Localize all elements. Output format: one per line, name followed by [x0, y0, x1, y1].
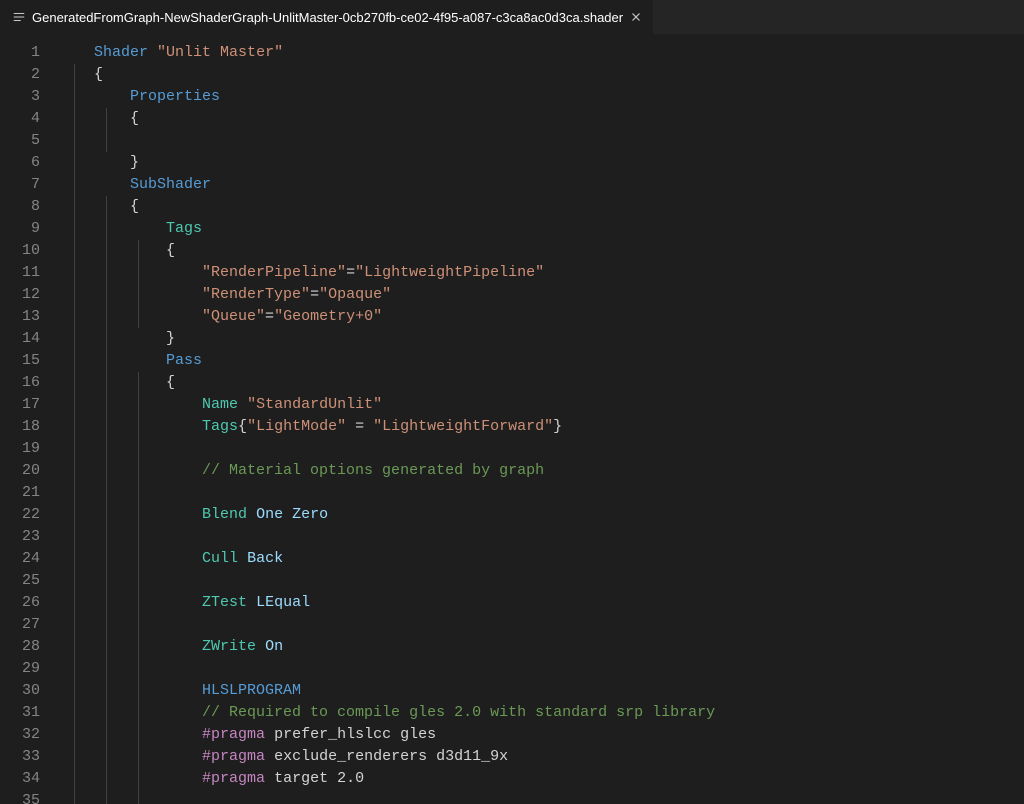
line-number: 22: [0, 504, 58, 526]
code-line: [58, 658, 1024, 680]
code-line: Name "StandardUnlit": [58, 394, 1024, 416]
line-number: 29: [0, 658, 58, 680]
line-number: 9: [0, 218, 58, 240]
line-number: 35: [0, 790, 58, 804]
line-number: 5: [0, 130, 58, 152]
code-line: {: [58, 108, 1024, 130]
code-line: }: [58, 152, 1024, 174]
line-number: 4: [0, 108, 58, 130]
code-line: {: [58, 240, 1024, 262]
file-icon: [12, 10, 26, 24]
line-number: 1: [0, 42, 58, 64]
code-line: [58, 130, 1024, 152]
line-number: 19: [0, 438, 58, 460]
code-area[interactable]: Shader "Unlit Master" { Properties { } S…: [58, 34, 1024, 804]
line-number: 28: [0, 636, 58, 658]
editor-tab[interactable]: GeneratedFromGraph-NewShaderGraph-UnlitM…: [0, 0, 653, 34]
tab-bar: GeneratedFromGraph-NewShaderGraph-UnlitM…: [0, 0, 1024, 34]
line-number: 26: [0, 592, 58, 614]
code-line: #pragma target 2.0: [58, 768, 1024, 790]
line-number: 20: [0, 460, 58, 482]
code-line: Tags: [58, 218, 1024, 240]
code-line: {: [58, 372, 1024, 394]
code-line: #pragma exclude_renderers d3d11_9x: [58, 746, 1024, 768]
line-number: 12: [0, 284, 58, 306]
code-line: }: [58, 328, 1024, 350]
code-line: Properties: [58, 86, 1024, 108]
code-line: [58, 526, 1024, 548]
line-number: 33: [0, 746, 58, 768]
line-number: 31: [0, 702, 58, 724]
code-line: Shader "Unlit Master": [58, 42, 1024, 64]
code-line: SubShader: [58, 174, 1024, 196]
line-number: 21: [0, 482, 58, 504]
line-number: 27: [0, 614, 58, 636]
line-number: 3: [0, 86, 58, 108]
line-number: 32: [0, 724, 58, 746]
code-line: // Material options generated by graph: [58, 460, 1024, 482]
code-line: "Queue"="Geometry+0": [58, 306, 1024, 328]
code-line: "RenderType"="Opaque": [58, 284, 1024, 306]
line-number: 10: [0, 240, 58, 262]
line-number: 7: [0, 174, 58, 196]
line-number: 24: [0, 548, 58, 570]
close-icon[interactable]: [629, 10, 643, 24]
code-line: Cull Back: [58, 548, 1024, 570]
code-line: Pass: [58, 350, 1024, 372]
line-number: 30: [0, 680, 58, 702]
line-number: 14: [0, 328, 58, 350]
line-number: 18: [0, 416, 58, 438]
editor-area: 1234567891011121314151617181920212223242…: [0, 34, 1024, 804]
code-line: {: [58, 196, 1024, 218]
code-line: Blend One Zero: [58, 504, 1024, 526]
line-number: 13: [0, 306, 58, 328]
tab-title: GeneratedFromGraph-NewShaderGraph-UnlitM…: [32, 10, 623, 25]
code-line: [58, 790, 1024, 804]
code-line: [58, 482, 1024, 504]
line-number: 23: [0, 526, 58, 548]
line-number: 8: [0, 196, 58, 218]
code-line: [58, 570, 1024, 592]
code-line: ZTest LEqual: [58, 592, 1024, 614]
line-number: 2: [0, 64, 58, 86]
code-line: [58, 614, 1024, 636]
line-number: 11: [0, 262, 58, 284]
code-line: {: [58, 64, 1024, 86]
code-line: ZWrite On: [58, 636, 1024, 658]
line-number: 15: [0, 350, 58, 372]
code-line: #pragma prefer_hlslcc gles: [58, 724, 1024, 746]
code-line: [58, 438, 1024, 460]
line-number: 17: [0, 394, 58, 416]
line-number: 6: [0, 152, 58, 174]
line-number: 16: [0, 372, 58, 394]
code-line: Tags{"LightMode" = "LightweightForward"}: [58, 416, 1024, 438]
code-line: // Required to compile gles 2.0 with sta…: [58, 702, 1024, 724]
line-number: 25: [0, 570, 58, 592]
line-number-gutter: 1234567891011121314151617181920212223242…: [0, 34, 58, 804]
line-number: 34: [0, 768, 58, 790]
code-line: "RenderPipeline"="LightweightPipeline": [58, 262, 1024, 284]
code-line: HLSLPROGRAM: [58, 680, 1024, 702]
